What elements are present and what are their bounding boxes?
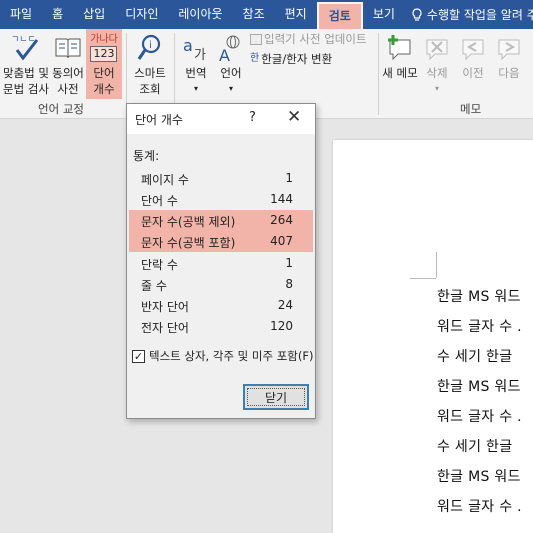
ribbon-separator xyxy=(378,33,379,115)
close-icon[interactable]: ✕ xyxy=(287,107,301,127)
tab-insert[interactable]: 삽입 xyxy=(73,0,115,29)
new-memo-button[interactable]: 새 메모 xyxy=(381,31,419,81)
lightbulb-icon xyxy=(412,7,422,21)
margin-corner-mark xyxy=(436,252,437,278)
svg-text:i: i xyxy=(149,40,152,51)
document-line[interactable]: 워드 글자 수 . xyxy=(437,406,522,426)
delete-memo-button[interactable]: 삭제 ▾ xyxy=(420,31,454,97)
previous-memo-button[interactable]: 이전 xyxy=(456,31,490,81)
stat-row-chars-no-spaces: 문자 수(공백 제외) 264 xyxy=(129,210,313,231)
stat-row-fullwidth-words: 전자 단어 120 xyxy=(141,319,293,335)
dropdown-arrow-icon: ▾ xyxy=(193,84,198,93)
smart-lookup-button[interactable]: i 스마트 조회 xyxy=(130,31,170,97)
stat-row-paragraphs: 단락 수 1 xyxy=(141,256,293,272)
statistics-label: 통계: xyxy=(133,149,160,163)
tab-view[interactable]: 보기 xyxy=(363,0,405,29)
tab-file[interactable]: 파일 xyxy=(0,0,42,29)
previous-comment-icon xyxy=(458,31,488,65)
tell-me-box[interactable]: 수행할 작업을 알려 주세 xyxy=(405,6,533,23)
translate-button[interactable]: a가 번역 ▾ xyxy=(178,31,214,97)
word-count-icon: 가나다 123 xyxy=(90,34,118,62)
group-label-language: 언어 교정 xyxy=(38,102,84,116)
document-line[interactable]: 한글 MS 워드 xyxy=(437,286,521,306)
help-button[interactable]: ? xyxy=(249,110,256,125)
checkbox-checked-icon[interactable]: ✓ xyxy=(132,349,145,363)
stat-row-halfwidth-words: 반자 단어 24 xyxy=(141,298,293,314)
stat-row-lines: 줄 수 8 xyxy=(141,277,293,293)
dialog-title-bar: 단어 개수 ? ✕ xyxy=(127,104,315,134)
ime-dictionary-update-button[interactable]: 입력기 사전 업데이트 xyxy=(250,31,367,47)
word-count-button[interactable]: 가나다 123 단어 개수 xyxy=(86,29,122,99)
svg-text:A: A xyxy=(219,46,230,63)
next-memo-button[interactable]: 다음 xyxy=(492,31,526,81)
new-comment-icon xyxy=(385,31,415,65)
word-count-dialog: 단어 개수 ? ✕ 통계: 페이지 수 1 단어 수 144 문자 수(공백 제… xyxy=(126,103,316,419)
next-comment-icon xyxy=(494,31,524,65)
book-icon xyxy=(53,31,83,65)
document-line[interactable]: 워드 글자 수 . xyxy=(437,496,522,516)
tell-me-text: 수행할 작업을 알려 주세 xyxy=(426,8,533,22)
document-line[interactable]: 워드 글자 수 . xyxy=(437,316,522,336)
svg-text:a: a xyxy=(183,36,193,55)
document-line[interactable]: 한글 MS 워드 xyxy=(437,376,521,396)
stat-row-words: 단어 수 144 xyxy=(141,192,293,208)
dropdown-arrow-icon: ▾ xyxy=(228,84,233,93)
tab-mailings[interactable]: 편지 xyxy=(275,0,317,29)
document-line[interactable]: 수 세기 한글 xyxy=(437,346,512,366)
dropdown-arrow-icon: ▾ xyxy=(434,84,439,93)
dialog-title: 단어 개수 xyxy=(135,113,183,127)
lookup-icon: i xyxy=(136,31,164,65)
hangul-hanja-convert-button[interactable]: 한 한글/한자 변환 xyxy=(250,51,332,67)
include-textboxes-footnotes-checkbox[interactable]: ✓ 텍스트 상자, 각주 및 미주 포함(F) xyxy=(132,348,313,364)
tab-references[interactable]: 참조 xyxy=(233,0,275,29)
translate-icon: a가 xyxy=(181,31,211,65)
hanja-icon: 한 xyxy=(250,53,260,64)
dictionary-update-icon xyxy=(250,33,262,45)
group-label-memo: 메모 xyxy=(460,102,482,116)
svg-text:ㄱㄴㄷ: ㄱㄴㄷ xyxy=(11,35,36,45)
close-button[interactable]: 닫기 xyxy=(243,384,309,410)
margin-corner-mark xyxy=(410,278,436,279)
stat-row-chars-with-spaces: 문자 수(공백 포함) 407 xyxy=(129,231,313,252)
delete-comment-icon xyxy=(422,31,452,65)
document-line[interactable]: 한글 MS 워드 xyxy=(437,466,521,486)
document-line[interactable]: 수 세기 한글 xyxy=(437,436,512,456)
language-button[interactable]: A 언어 ▾ xyxy=(214,31,248,97)
stat-row-pages: 페이지 수 1 xyxy=(141,171,293,187)
checkbox-label: 텍스트 상자, 각주 및 미주 포함(F) xyxy=(149,349,314,363)
spelling-grammar-button[interactable]: ㄱㄴㄷ 맞춤법 및 문법 검사 xyxy=(2,31,50,97)
svg-text:가: 가 xyxy=(194,48,206,63)
language-icon: A xyxy=(216,31,246,65)
tab-home[interactable]: 홈 xyxy=(42,0,73,29)
tab-design[interactable]: 디자인 xyxy=(115,0,168,29)
spelling-check-icon: ㄱㄴㄷ xyxy=(9,31,43,65)
ribbon-tab-bar: 파일 홈 삽입 디자인 레이아웃 참조 편지 검토 보기 수행할 작업을 알려 … xyxy=(0,0,533,29)
thesaurus-button[interactable]: 동의어 사전 xyxy=(50,31,86,97)
tab-review[interactable]: 검토 xyxy=(316,2,363,29)
tab-layout[interactable]: 레이아웃 xyxy=(168,0,232,29)
